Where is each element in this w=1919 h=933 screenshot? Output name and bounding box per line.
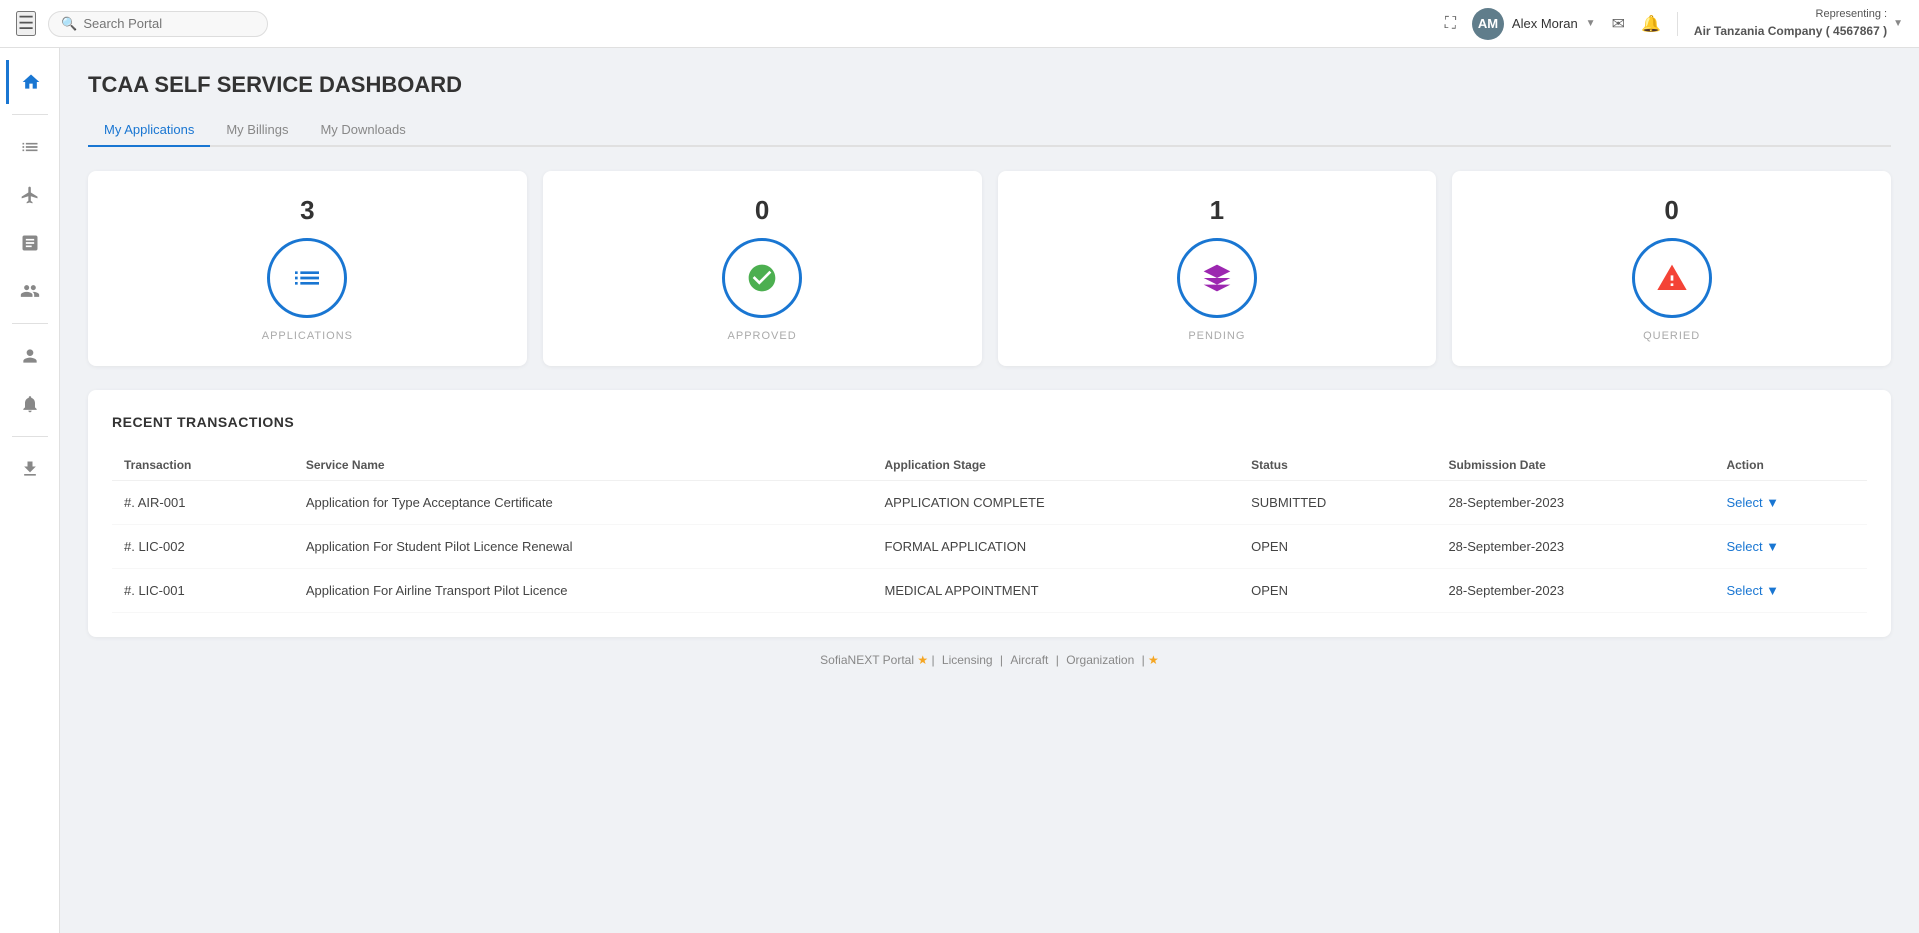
queried-circle — [1632, 238, 1712, 318]
tab-my-applications[interactable]: My Applications — [88, 114, 210, 147]
service-name-1: Application For Student Pilot Licence Re… — [294, 525, 873, 569]
service-name-0: Application for Type Acceptance Certific… — [294, 481, 873, 525]
section-title: RECENT TRANSACTIONS — [112, 414, 1867, 430]
page-title: TCAA SELF SERVICE DASHBOARD — [88, 72, 1891, 98]
sidebar-item-download[interactable] — [6, 447, 54, 491]
submission-date-1: 28-September-2023 — [1436, 525, 1714, 569]
footer-link-organization[interactable]: Organization — [1066, 653, 1134, 667]
pending-count: 1 — [1210, 195, 1224, 226]
tab-my-billings[interactable]: My Billings — [210, 114, 304, 147]
header-right: ⛶ AM Alex Moran ▼ ✉ 🔔 Representing : Air… — [1445, 7, 1903, 40]
bell-icon[interactable]: 🔔 — [1641, 14, 1661, 34]
col-application-stage: Application Stage — [873, 450, 1240, 481]
stat-card-applications: 3 APPLICATIONS — [88, 171, 527, 366]
submission-date-0: 28-September-2023 — [1436, 481, 1714, 525]
queried-label: QUERIED — [1643, 330, 1700, 342]
header-divider — [1677, 12, 1678, 36]
status-0: SUBMITTED — [1239, 481, 1436, 525]
action-cell-2: Select ▼ — [1714, 569, 1867, 613]
footer-brand: SofiaNEXT Portal ★ | Licensing | Aircraf… — [820, 653, 1159, 667]
select-button-0[interactable]: Select ▼ — [1726, 495, 1779, 510]
applications-label: APPLICATIONS — [262, 330, 353, 342]
star-icon-2: ★ — [1148, 653, 1159, 667]
col-transaction: Transaction — [112, 450, 294, 481]
col-service-name: Service Name — [294, 450, 873, 481]
sidebar-item-home[interactable] — [6, 60, 54, 104]
sidebar-item-airplane[interactable] — [6, 173, 54, 217]
user-info[interactable]: AM Alex Moran ▼ — [1472, 8, 1596, 40]
representing-info: Representing : Air Tanzania Company ( 45… — [1694, 7, 1903, 40]
service-name-2: Application For Airline Transport Pilot … — [294, 569, 873, 613]
transactions-section: RECENT TRANSACTIONS Transaction Service … — [88, 390, 1891, 637]
application-stage-2: MEDICAL APPOINTMENT — [873, 569, 1240, 613]
approved-count: 0 — [755, 195, 769, 226]
sidebar-item-form[interactable] — [6, 221, 54, 265]
applications-count: 3 — [300, 195, 314, 226]
sidebar-divider-2 — [12, 323, 48, 324]
main-content: TCAA SELF SERVICE DASHBOARD My Applicati… — [60, 48, 1919, 933]
col-submission-date: Submission Date — [1436, 450, 1714, 481]
sidebar-item-person[interactable] — [6, 334, 54, 378]
transaction-id-2: #. LIC-001 — [112, 569, 294, 613]
representing-chevron-icon[interactable]: ▼ — [1893, 18, 1903, 29]
action-cell-0: Select ▼ — [1714, 481, 1867, 525]
col-status: Status — [1239, 450, 1436, 481]
user-name: Alex Moran — [1512, 16, 1578, 31]
layout: TCAA SELF SERVICE DASHBOARD My Applicati… — [0, 48, 1919, 933]
applications-circle — [267, 238, 347, 318]
footer: SofiaNEXT Portal ★ | Licensing | Aircraf… — [88, 637, 1891, 683]
table-row: #. LIC-002 Application For Student Pilot… — [112, 525, 1867, 569]
user-chevron-icon: ▼ — [1586, 18, 1596, 29]
tab-my-downloads[interactable]: My Downloads — [304, 114, 421, 147]
representing-text: Representing : Air Tanzania Company ( 45… — [1694, 7, 1887, 40]
status-2: OPEN — [1239, 569, 1436, 613]
stat-card-pending: 1 PENDING — [998, 171, 1437, 366]
select-button-1[interactable]: Select ▼ — [1726, 539, 1779, 554]
table-row: #. LIC-001 Application For Airline Trans… — [112, 569, 1867, 613]
stat-card-approved: 0 APPROVED — [543, 171, 982, 366]
hamburger-button[interactable]: ☰ — [16, 11, 36, 36]
sidebar-item-notifications[interactable] — [6, 382, 54, 426]
select-button-2[interactable]: Select ▼ — [1726, 583, 1779, 598]
transaction-id-0: #. AIR-001 — [112, 481, 294, 525]
pending-label: PENDING — [1188, 330, 1245, 342]
avatar: AM — [1472, 8, 1504, 40]
footer-link-aircraft[interactable]: Aircraft — [1010, 653, 1048, 667]
sidebar-divider-3 — [12, 436, 48, 437]
pending-circle — [1177, 238, 1257, 318]
status-1: OPEN — [1239, 525, 1436, 569]
submission-date-2: 28-September-2023 — [1436, 569, 1714, 613]
search-icon: 🔍 — [61, 16, 77, 32]
sidebar — [0, 48, 60, 933]
queried-count: 0 — [1664, 195, 1678, 226]
sidebar-item-people[interactable] — [6, 269, 54, 313]
approved-circle — [722, 238, 802, 318]
table-header-row: Transaction Service Name Application Sta… — [112, 450, 1867, 481]
tabs: My Applications My Billings My Downloads — [88, 114, 1891, 147]
col-action: Action — [1714, 450, 1867, 481]
header-left: ☰ 🔍 — [16, 11, 1445, 37]
sidebar-divider-1 — [12, 114, 48, 115]
fullscreen-icon[interactable]: ⛶ — [1445, 15, 1456, 33]
star-icon-1: ★ — [917, 653, 931, 667]
action-cell-1: Select ▼ — [1714, 525, 1867, 569]
transaction-id-1: #. LIC-002 — [112, 525, 294, 569]
mail-icon[interactable]: ✉ — [1612, 14, 1625, 34]
application-stage-1: FORMAL APPLICATION — [873, 525, 1240, 569]
stat-card-queried: 0 QUERIED — [1452, 171, 1891, 366]
application-stage-0: APPLICATION COMPLETE — [873, 481, 1240, 525]
table-row: #. AIR-001 Application for Type Acceptan… — [112, 481, 1867, 525]
approved-label: APPROVED — [728, 330, 797, 342]
transactions-table: Transaction Service Name Application Sta… — [112, 450, 1867, 613]
top-header: ☰ 🔍 ⛶ AM Alex Moran ▼ ✉ 🔔 Representing :… — [0, 0, 1919, 48]
search-input[interactable] — [83, 16, 243, 31]
footer-link-licensing[interactable]: Licensing — [942, 653, 993, 667]
stat-cards: 3 APPLICATIONS 0 APPROVED 1 PEN — [88, 171, 1891, 366]
search-box: 🔍 — [48, 11, 268, 37]
sidebar-item-list[interactable] — [6, 125, 54, 169]
